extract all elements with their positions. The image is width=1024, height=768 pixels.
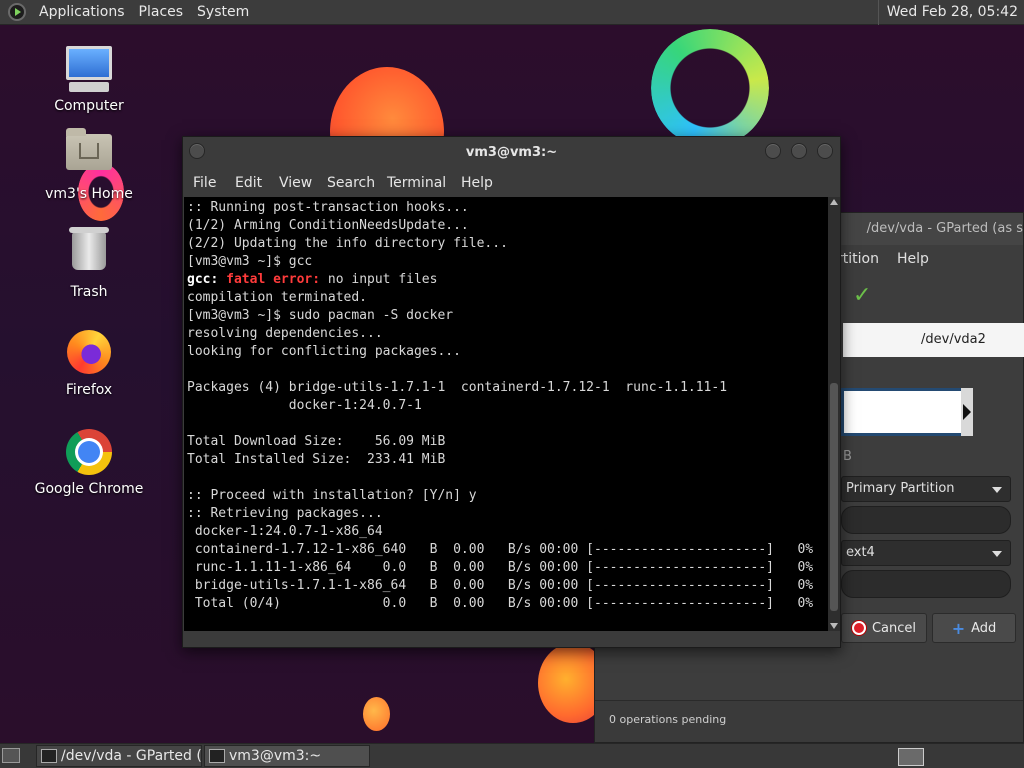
terminal-window-title: vm3@vm3:~ (465, 145, 558, 160)
gparted-app-icon (41, 749, 57, 763)
menu-search[interactable]: Search (327, 175, 375, 191)
gparted-menu-help[interactable]: Help (897, 251, 929, 267)
desktop-icon-label: vm3's Home (45, 186, 133, 202)
desktop-icon-home[interactable]: vm3's Home (29, 128, 149, 202)
terminal-line: Total Installed Size: 233.41 MiB (187, 452, 446, 467)
terminal-menubar: File Edit View Search Terminal Help (183, 169, 840, 197)
wallpaper-ring (651, 29, 769, 147)
terminal-line: compilation terminated. (187, 290, 368, 305)
add-button-label: Add (971, 620, 997, 636)
terminal-line: Total (0/4) 0.0 B 0.00 B/s 00:00 [------… (187, 596, 814, 611)
computer-icon (65, 46, 113, 94)
gparted-menu-partition[interactable]: rtition (837, 251, 879, 267)
terminal-error-label: fatal error: (226, 272, 321, 287)
terminal-error-source: gcc: (187, 272, 219, 287)
terminal-line: [vm3@vm3 ~]$ gcc (187, 254, 313, 269)
terminal-line: :: Retrieving packages... (187, 506, 383, 521)
filesystem-select[interactable]: ext4 (841, 540, 1011, 566)
workspace-switcher[interactable] (898, 748, 924, 766)
terminal-line: Packages (4) bridge-utils-1.7.1-1 contai… (187, 380, 728, 395)
terminal-app-icon (209, 749, 225, 763)
resize-handle[interactable] (961, 388, 973, 436)
cancel-button[interactable]: Cancel (841, 613, 927, 643)
close-button[interactable] (817, 143, 833, 159)
terminal-line: looking for conflicting packages... (187, 344, 461, 359)
terminal-titlebar[interactable]: vm3@vm3:~ (183, 137, 840, 169)
menu-help[interactable]: Help (461, 175, 493, 191)
terminal-line: (2/2) Updating the info directory file..… (187, 236, 508, 251)
scrollbar-thumb[interactable] (830, 383, 838, 611)
menu-terminal[interactable]: Terminal (387, 175, 446, 191)
menu-file[interactable]: File (193, 175, 216, 191)
terminal-line: bridge-utils-1.7.1-1-x86_64 B 0.00 B/s 0… (187, 578, 814, 593)
terminal-line: containerd-1.7.12-1-x86_640 B 0.00 B/s 0… (187, 542, 814, 557)
terminal-line: (1/2) Arming ConditionNeedsUpdate... (187, 218, 469, 233)
show-desktop-icon[interactable] (2, 748, 20, 763)
taskbar-item-gparted[interactable]: /dev/vda - GParted (... (36, 745, 202, 767)
create-as-select[interactable]: Primary Partition (841, 476, 1011, 502)
desktop-icon-label: Google Chrome (34, 481, 144, 497)
label-input[interactable] (841, 570, 1011, 598)
gparted-partition-row[interactable]: /dev/vda2 (843, 323, 1024, 357)
panel-clock[interactable]: Wed Feb 28, 05:42 (877, 0, 1024, 25)
maximize-button[interactable] (791, 143, 807, 159)
plus-icon: + (951, 618, 966, 638)
terminal-line: :: Running post-transaction hooks... (187, 200, 469, 215)
cancel-button-label: Cancel (871, 620, 917, 636)
partition-device: /dev/vda2 (921, 332, 986, 347)
menu-edit[interactable]: Edit (235, 175, 262, 191)
menu-view[interactable]: View (279, 175, 312, 191)
desktop-icon-label: Firefox (65, 382, 113, 398)
chrome-icon (65, 429, 113, 477)
bottom-taskbar: /dev/vda - GParted (... vm3@vm3:~ (0, 743, 1024, 768)
partition-name-input[interactable] (841, 506, 1011, 534)
terminal-line: [vm3@vm3 ~]$ sudo pacman -S docker (187, 308, 454, 323)
terminal-line: Total Download Size: 56.09 MiB (187, 434, 446, 449)
desktop-icon-label: Trash (70, 284, 108, 300)
applications-logo-icon[interactable] (8, 3, 26, 21)
terminal-line: docker-1:24.0.7-1 (187, 398, 422, 413)
firefox-icon (65, 330, 113, 378)
trash-icon (65, 227, 113, 280)
chevron-down-icon (992, 487, 1002, 493)
terminal-output[interactable]: :: Running post-transaction hooks... (1/… (184, 197, 828, 631)
desktop-icon-trash[interactable]: Trash (29, 227, 149, 300)
desktop-icon-firefox[interactable]: Firefox (29, 328, 149, 398)
scroll-up-arrow-icon[interactable] (830, 199, 838, 205)
taskbar-item-label: /dev/vda - GParted (... (61, 748, 202, 764)
menu-applications[interactable]: Applications (32, 4, 132, 20)
terminal-scrollbar[interactable] (828, 197, 840, 631)
gparted-statusbar: 0 operations pending (595, 700, 1023, 742)
size-unit-label: B (843, 449, 852, 464)
create-as-value: Primary Partition (846, 481, 955, 496)
wallpaper-small-blob (363, 697, 390, 731)
operations-pending-status: 0 operations pending (609, 713, 727, 726)
top-panel: Applications Places System Wed Feb 28, 0… (0, 0, 1024, 25)
apply-check-icon[interactable]: ✓ (853, 283, 871, 308)
partition-size-graphic[interactable] (841, 388, 971, 436)
scroll-down-arrow-icon[interactable] (830, 623, 838, 629)
desktop-icon-label: Computer (54, 98, 124, 114)
terminal-line: runc-1.1.11-1-x86_64 0.0 B 0.00 B/s 00:0… (187, 560, 814, 575)
minimize-button[interactable] (765, 143, 781, 159)
terminal-error-message: no input files (320, 272, 438, 287)
cancel-icon (851, 621, 866, 635)
gparted-window-title: /dev/vda - GParted (as s (866, 221, 1023, 236)
home-folder-icon (65, 128, 113, 182)
terminal-window[interactable]: vm3@vm3:~ File Edit View Search Terminal… (182, 136, 841, 648)
terminal-line: :: Proceed with installation? [Y/n] y (187, 488, 477, 503)
taskbar-item-label: vm3@vm3:~ (229, 748, 322, 764)
terminal-line: resolving dependencies... (187, 326, 383, 341)
menu-system[interactable]: System (190, 4, 256, 20)
menu-places[interactable]: Places (132, 4, 191, 20)
add-button[interactable]: + Add (932, 613, 1016, 643)
terminal-line: docker-1:24.0.7-1-x86_64 (187, 524, 383, 539)
desktop-icon-computer[interactable]: Computer (29, 46, 149, 114)
taskbar-item-terminal[interactable]: vm3@vm3:~ (204, 745, 370, 767)
filesystem-value: ext4 (846, 545, 875, 560)
desktop-icon-chrome[interactable]: Google Chrome (29, 428, 149, 497)
chevron-down-icon (992, 551, 1002, 557)
